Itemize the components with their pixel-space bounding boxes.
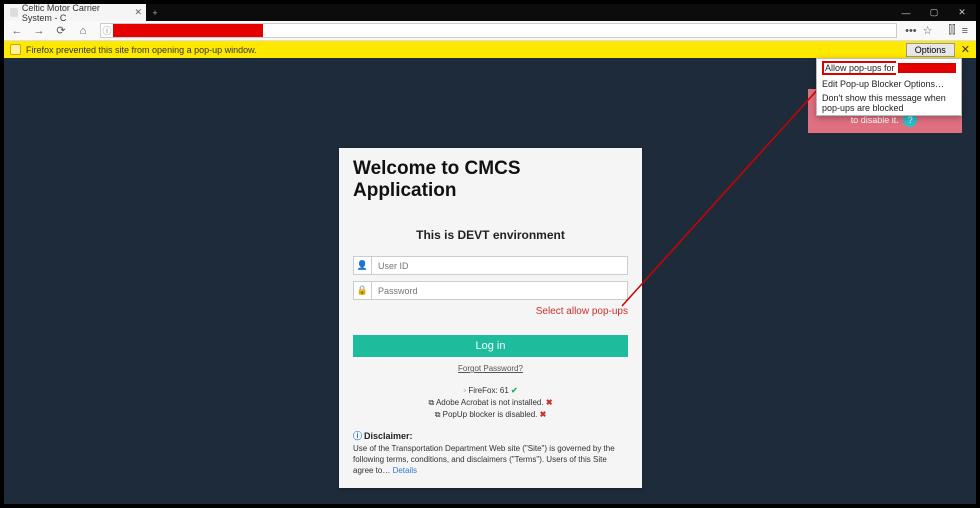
- forgot-password-link[interactable]: Forgot Password?: [353, 364, 628, 373]
- help-text-line2: to disable it.: [851, 115, 899, 125]
- window-close-button[interactable]: ✕: [948, 4, 976, 21]
- tab-favicon: [10, 8, 18, 17]
- browser-checks: ◦ FireFox: 61 ✔ ⧉ Adobe Acrobat is not i…: [353, 385, 628, 421]
- url-redacted: [113, 24, 263, 37]
- details-link[interactable]: Details: [393, 466, 417, 475]
- login-card: Welcome to CMCS Application This is DEVT…: [339, 148, 642, 488]
- library-icon[interactable]: ⫿⫿: [949, 24, 956, 37]
- info-icon: ⓘ: [353, 431, 362, 441]
- forward-button[interactable]: →: [30, 23, 48, 39]
- lock-icon: 🔒: [353, 281, 371, 300]
- popup-blocked-bar: Firefox prevented this site from opening…: [4, 41, 976, 58]
- back-button[interactable]: ←: [8, 23, 26, 39]
- select-allow-popups-label: Select allow pop-ups: [353, 306, 628, 317]
- popup-blocked-message: Firefox prevented this site from opening…: [26, 45, 257, 55]
- browser-tab[interactable]: Celtic Motor Carrier System - C ✕: [4, 4, 146, 21]
- user-id-input[interactable]: [371, 256, 628, 275]
- site-info-icon[interactable]: ⓘ: [101, 24, 113, 37]
- password-input[interactable]: [371, 281, 628, 300]
- disclaimer-heading: ⓘDisclaimer:: [353, 429, 628, 442]
- menu-redacted: [898, 63, 956, 73]
- login-button[interactable]: Log in: [353, 335, 628, 357]
- disclaimer-text: Use of the Transportation Department Web…: [353, 444, 628, 476]
- user-icon: 👤: [353, 256, 371, 275]
- reload-button[interactable]: ⟳: [52, 23, 70, 39]
- env-label: This is DEVT environment: [353, 228, 628, 242]
- menu-allow-popups[interactable]: Allow pop-ups for: [817, 59, 961, 77]
- home-button[interactable]: ⌂: [74, 23, 92, 39]
- navbar: ← → ⟳ ⌂ ⓘ ••• ☆ ⫿⫿ ≡: [4, 21, 976, 41]
- popup-options-menu: Allow pop-ups for Edit Pop-up Blocker Op…: [816, 58, 962, 116]
- window-max-button[interactable]: ▢: [920, 4, 948, 21]
- address-bar[interactable]: ⓘ: [100, 23, 897, 38]
- window-min-button[interactable]: —: [892, 4, 920, 21]
- popup-bar-close-icon[interactable]: ✕: [961, 43, 970, 56]
- popup-options-button[interactable]: Options: [906, 43, 955, 57]
- page-actions-icon[interactable]: •••: [905, 25, 917, 37]
- titlebar: Celtic Motor Carrier System - C ✕ + — ▢ …: [4, 4, 976, 21]
- bookmark-star-icon[interactable]: ☆: [923, 24, 933, 37]
- page-title: Welcome to CMCS Application: [353, 158, 628, 202]
- menu-edit-blocker[interactable]: Edit Pop-up Blocker Options…: [817, 77, 961, 91]
- popup-blocked-icon: [10, 44, 21, 55]
- menu-dont-show[interactable]: Don't show this message when pop-ups are…: [817, 91, 961, 115]
- new-tab-button[interactable]: +: [146, 4, 164, 21]
- tab-close-icon[interactable]: ✕: [134, 7, 142, 18]
- tab-title: Celtic Motor Carrier System - C: [22, 3, 131, 23]
- menu-icon[interactable]: ≡: [962, 25, 968, 37]
